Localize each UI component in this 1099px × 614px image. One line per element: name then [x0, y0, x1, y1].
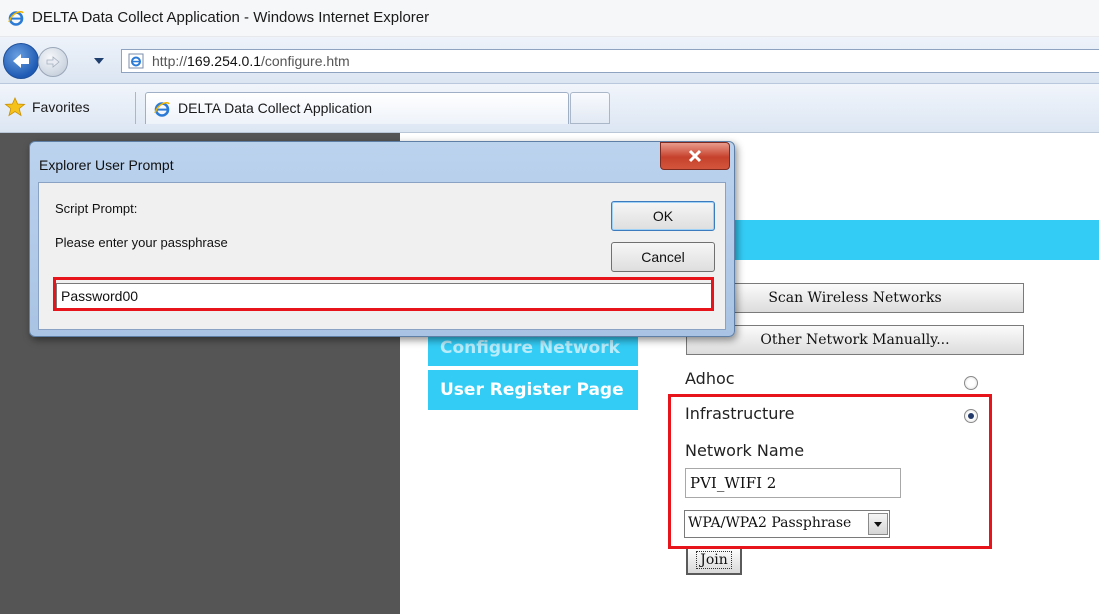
favorites-button[interactable]: Favorites: [4, 95, 90, 119]
toolbar-separator: [135, 92, 136, 124]
join-label: Join: [696, 551, 732, 569]
ie-logo-icon: [154, 101, 170, 117]
address-field[interactable]: http://169.254.0.1/configure.htm: [121, 49, 1099, 73]
highlight-infrastructure-settings: [668, 394, 992, 549]
forward-button[interactable]: [38, 47, 68, 77]
adhoc-radio[interactable]: [964, 376, 978, 390]
window-title: DELTA Data Collect Application - Windows…: [32, 9, 430, 26]
star-icon: [4, 97, 26, 117]
adhoc-label: Adhoc: [685, 369, 735, 388]
dialog-close-button[interactable]: [660, 142, 730, 170]
cancel-button[interactable]: Cancel: [611, 242, 715, 272]
navigation-bar: http://169.254.0.1/configure.htm: [0, 37, 1099, 84]
recent-pages-dropdown-icon[interactable]: [92, 55, 106, 67]
window-title-bar: DELTA Data Collect Application - Windows…: [0, 0, 1099, 37]
ok-button[interactable]: OK: [611, 201, 715, 231]
close-icon: [688, 149, 702, 163]
join-button[interactable]: Join: [686, 547, 742, 575]
dialog-title: Explorer User Prompt: [39, 157, 174, 173]
favorites-label: Favorites: [32, 99, 90, 115]
menu-user-register[interactable]: User Register Page: [428, 370, 638, 410]
tab-delta-data-collect[interactable]: DELTA Data Collect Application: [145, 92, 569, 124]
forward-arrow-icon: [46, 56, 60, 68]
prompt-message: Please enter your passphrase: [55, 235, 228, 250]
scan-wireless-networks-button[interactable]: Scan Wireless Networks: [686, 283, 1024, 313]
page-icon: [128, 53, 144, 69]
address-url: http://169.254.0.1/configure.htm: [152, 53, 350, 69]
favorites-bar: Favorites DELTA Data Collect Application: [0, 84, 1099, 133]
script-prompt-label: Script Prompt:: [55, 201, 138, 216]
ie-logo-icon: [8, 10, 24, 26]
side-menu: Configure Network User Register Page: [428, 330, 638, 410]
other-network-manually-button[interactable]: Other Network Manually...: [686, 325, 1024, 355]
back-button[interactable]: [3, 43, 39, 79]
tab-label: DELTA Data Collect Application: [178, 100, 373, 116]
back-arrow-icon: [13, 54, 29, 68]
new-tab-button[interactable]: [570, 92, 610, 124]
highlight-passphrase-input: [53, 277, 714, 311]
